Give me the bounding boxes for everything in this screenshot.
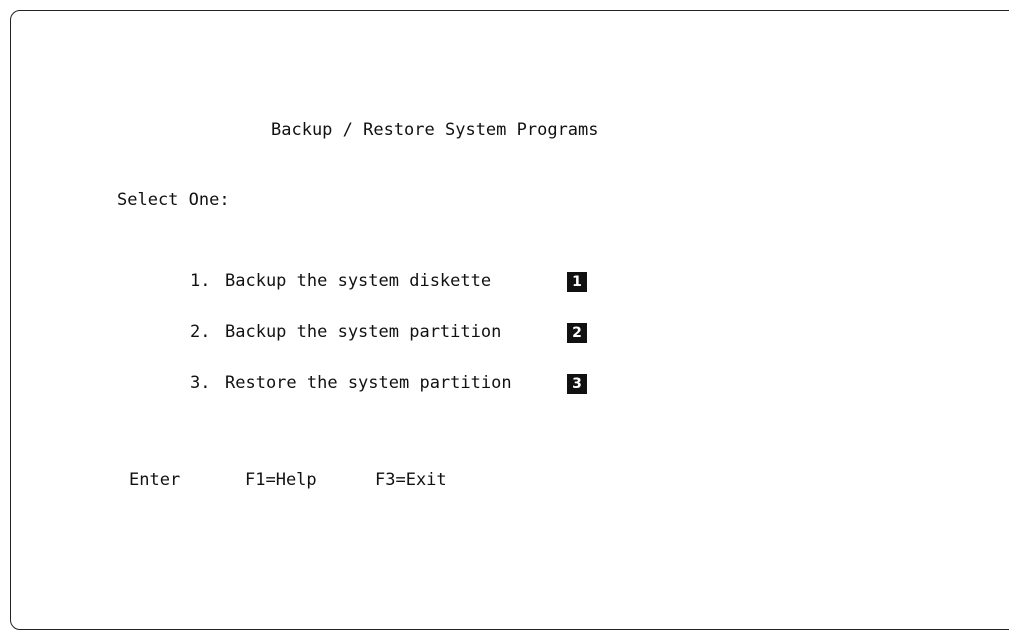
menu-option-number: 2. — [190, 322, 211, 342]
callout-marker-1: 1 — [567, 272, 587, 292]
callout-marker-3: 3 — [567, 374, 587, 394]
menu-option-label: Backup the system partition — [225, 322, 502, 342]
menu-option-number: 3. — [190, 373, 211, 393]
screen-title: Backup / Restore System Programs — [271, 120, 599, 140]
f1-help-key[interactable]: F1=Help — [245, 470, 317, 490]
menu-option-label: Restore the system partition — [225, 373, 512, 393]
menu-option-label: Backup the system diskette — [225, 271, 492, 291]
select-prompt: Select One: — [117, 190, 230, 210]
enter-key[interactable]: Enter — [129, 470, 180, 490]
menu-option-number: 1. — [190, 271, 211, 291]
callout-marker-2: 2 — [567, 323, 587, 343]
terminal-screen-frame — [10, 10, 1009, 630]
f3-exit-key[interactable]: F3=Exit — [375, 470, 447, 490]
